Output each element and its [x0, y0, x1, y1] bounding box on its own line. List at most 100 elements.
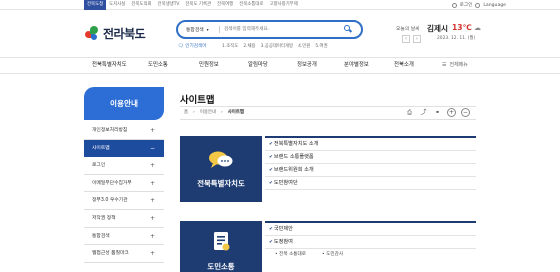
collapse-icon[interactable]: − — [150, 140, 155, 157]
sidebar-item-label: 사이트맵 — [92, 145, 110, 151]
sidebar-item-label: 로그인 — [92, 163, 106, 169]
sitemap-section-title[interactable]: 도민소통 — [180, 261, 262, 272]
sidebar-item-login[interactable]: 로그인 + — [84, 157, 164, 175]
expand-icon[interactable]: + — [150, 228, 155, 245]
nav-item[interactable]: 알림마당 — [248, 58, 268, 73]
sitemap-section-title[interactable]: 전북특별자치도 — [180, 178, 262, 189]
breadcrumb-separator: › — [220, 110, 223, 115]
sidebar-item-integrated-search[interactable]: 통합검색 + — [84, 227, 164, 246]
sidebar-item-privacy-policy[interactable]: 개인정보처리방침 + — [84, 122, 164, 140]
site-logo[interactable]: 전라북도 — [84, 24, 146, 42]
weather-city: 김제시 — [427, 24, 448, 33]
sidebar-item-label: 웹접근성 품질마크 — [92, 251, 129, 257]
sidebar-menu: 개인정보처리방침 + 사이트맵 − 로그인 + 이메일무단수집거부 + 정부3.… — [84, 122, 164, 263]
popular-keyword[interactable]: 4.민원 — [298, 43, 310, 49]
sitemap-section: 도민소통 국민제안 도정참여 전북 소통대로 도민감사 — [180, 221, 476, 272]
sitemap-link[interactable]: 국민제안 — [265, 223, 476, 236]
top-utility-bar: 전북도청 도지사실 전북도의회 전북생생TV 전북도 기록관 전북여행 전북소통… — [0, 0, 560, 10]
expand-icon[interactable]: + — [150, 192, 155, 209]
zoom-in-icon[interactable]: + — [447, 108, 456, 117]
home-icon[interactable]: 홈 — [184, 107, 188, 119]
main-nav: 전북특별자치도 도민소통 민원정보 알림마당 정보공개 분야별정보 전북소개 전… — [0, 57, 560, 74]
sidebar-item-label: 이메일무단수집거부 — [92, 180, 132, 186]
expand-icon[interactable]: + — [150, 122, 155, 139]
breadcrumb: 홈 › 이용안내 › 사이트맵 — [184, 107, 244, 119]
expand-icon[interactable]: + — [150, 157, 155, 174]
expand-icon[interactable]: + — [150, 210, 155, 227]
sitemap-links: 전북특별자치도 소개 브랜드 소통플랫폼 브랜드위원회 소개 도민참여단 — [265, 136, 476, 190]
popular-keyword[interactable]: 3.공공데이터개방 — [261, 43, 293, 49]
top-link[interactable]: 도지사실 — [106, 0, 128, 10]
top-util: 로그인 Language — [451, 0, 506, 10]
sidebar-item-sitemap[interactable]: 사이트맵 − — [84, 139, 164, 158]
breadcrumb-item[interactable]: 이용안내 — [200, 107, 216, 119]
nav-item[interactable]: 민원정보 — [199, 58, 219, 73]
top-link[interactable]: 전북도 기록관 — [182, 0, 214, 10]
login-icon — [451, 2, 457, 8]
top-link[interactable]: 전북소통대로 — [236, 0, 266, 10]
sitemap-sublink[interactable]: 도민감사 — [322, 249, 343, 262]
weather-label: 오늘의 날씨 — [396, 27, 420, 32]
sidebar-title: 이용안내 — [84, 87, 164, 120]
weather-widget: 오늘의 날씨 김제시 13℃ ☁ ‹ › 2023. 12. 11. (월) — [396, 21, 482, 51]
globe-icon — [475, 2, 481, 8]
top-link[interactable]: 전북도청 — [84, 0, 107, 10]
sidebar-item-web-accessibility[interactable]: 웹접근성 품질마크 + — [84, 245, 164, 263]
popular-keyword[interactable]: 1.조직도 — [222, 43, 238, 49]
weather-next-button[interactable]: › — [413, 35, 421, 43]
search-icon[interactable] — [343, 24, 353, 35]
search-category-select[interactable]: 통합검색 — [186, 22, 209, 38]
page-title: 사이트맵 — [180, 95, 215, 106]
print-icon[interactable]: ⎙ — [405, 108, 414, 117]
logo-text: 전라북도 — [103, 26, 146, 41]
sitemap-section-header: 전북특별자치도 — [180, 136, 262, 202]
top-link[interactable]: 전북생생TV — [155, 0, 183, 10]
sitemap-link[interactable]: 브랜드 소통플랫폼 — [265, 151, 476, 164]
link-icon[interactable]: ⚭ — [433, 108, 442, 117]
top-link[interactable]: 고향사랑기부제 — [266, 0, 300, 10]
top-links: 전북도청 도지사실 전북도의회 전북생생TV 전북도 기록관 전북여행 전북소통… — [84, 0, 301, 10]
logo-mark-icon — [84, 24, 100, 42]
speech-bubbles-icon — [209, 151, 233, 168]
sidebar-item-gov30[interactable]: 정부3.0 우수기관 + — [84, 192, 164, 210]
expand-icon[interactable]: + — [150, 245, 155, 262]
nav-item[interactable]: 정보공개 — [297, 58, 317, 73]
weather-date: 2023. 12. 11. (월) — [437, 36, 476, 41]
popular-keywords-label[interactable]: 🗨 인기검색어 — [178, 43, 206, 49]
sidebar-item-copyright[interactable]: 저작권 정책 + — [84, 209, 164, 228]
sitemap-link[interactable]: 도민참여단 — [265, 177, 476, 190]
popular-keyword[interactable]: 5.여권 — [315, 43, 327, 49]
sitemap-section-header: 도민소통 — [180, 221, 262, 272]
language-link[interactable]: Language — [483, 3, 506, 8]
zoom-out-icon[interactable]: − — [461, 108, 470, 117]
nav-item[interactable]: 전북특별자치도 — [92, 58, 127, 73]
popular-keyword[interactable]: 2.채용 — [243, 43, 255, 49]
sidebar-item-email-refusal[interactable]: 이메일무단수집거부 + — [84, 174, 164, 193]
document-icon — [214, 232, 230, 251]
sitemap-link[interactable]: 브랜드위원회 소개 — [265, 164, 476, 177]
search-input[interactable] — [224, 24, 344, 35]
sitemap-link[interactable]: 도정참여 — [265, 236, 476, 249]
nav-item[interactable]: 분야별정보 — [344, 58, 369, 73]
nav-item[interactable]: 전북소개 — [394, 58, 414, 73]
sitemap-sublinks: 전북 소통대로 도민감사 — [265, 249, 476, 262]
nav-item[interactable]: 도민소통 — [148, 58, 168, 73]
breadcrumb-current: 사이트맵 — [227, 110, 244, 115]
login-link[interactable]: 로그인 — [460, 2, 473, 8]
popular-keywords: 1.조직도 2.채용 3.공공데이터개방 4.민원 5.여권 — [222, 43, 328, 49]
top-link[interactable]: 전북도의회 — [128, 0, 154, 10]
sitemap-sublink[interactable]: 전북 소통대로 — [275, 249, 306, 262]
weather-temp: 13℃ — [452, 23, 472, 32]
sitemap-section: 전북특별자치도 전북특별자치도 소개 브랜드 소통플랫폼 브랜드위원회 소개 도… — [180, 136, 476, 202]
top-link[interactable]: 전북여행 — [214, 0, 236, 10]
weather-prev-button[interactable]: ‹ — [402, 35, 410, 43]
weather-nav: ‹ › — [402, 35, 421, 43]
sitemap-link[interactable]: 전북특별자치도 소개 — [265, 138, 476, 151]
expand-icon[interactable]: + — [150, 175, 155, 192]
share-icon[interactable]: ⤴ — [419, 108, 428, 117]
breadcrumb-separator: › — [193, 110, 195, 115]
sidebar-item-label: 통합검색 — [92, 233, 110, 239]
sitemap-links: 국민제안 도정참여 전북 소통대로 도민감사 — [265, 221, 476, 262]
all-menu-button[interactable]: 전체메뉴 — [442, 58, 467, 73]
sidebar-item-label: 개인정보처리방침 — [92, 128, 128, 133]
